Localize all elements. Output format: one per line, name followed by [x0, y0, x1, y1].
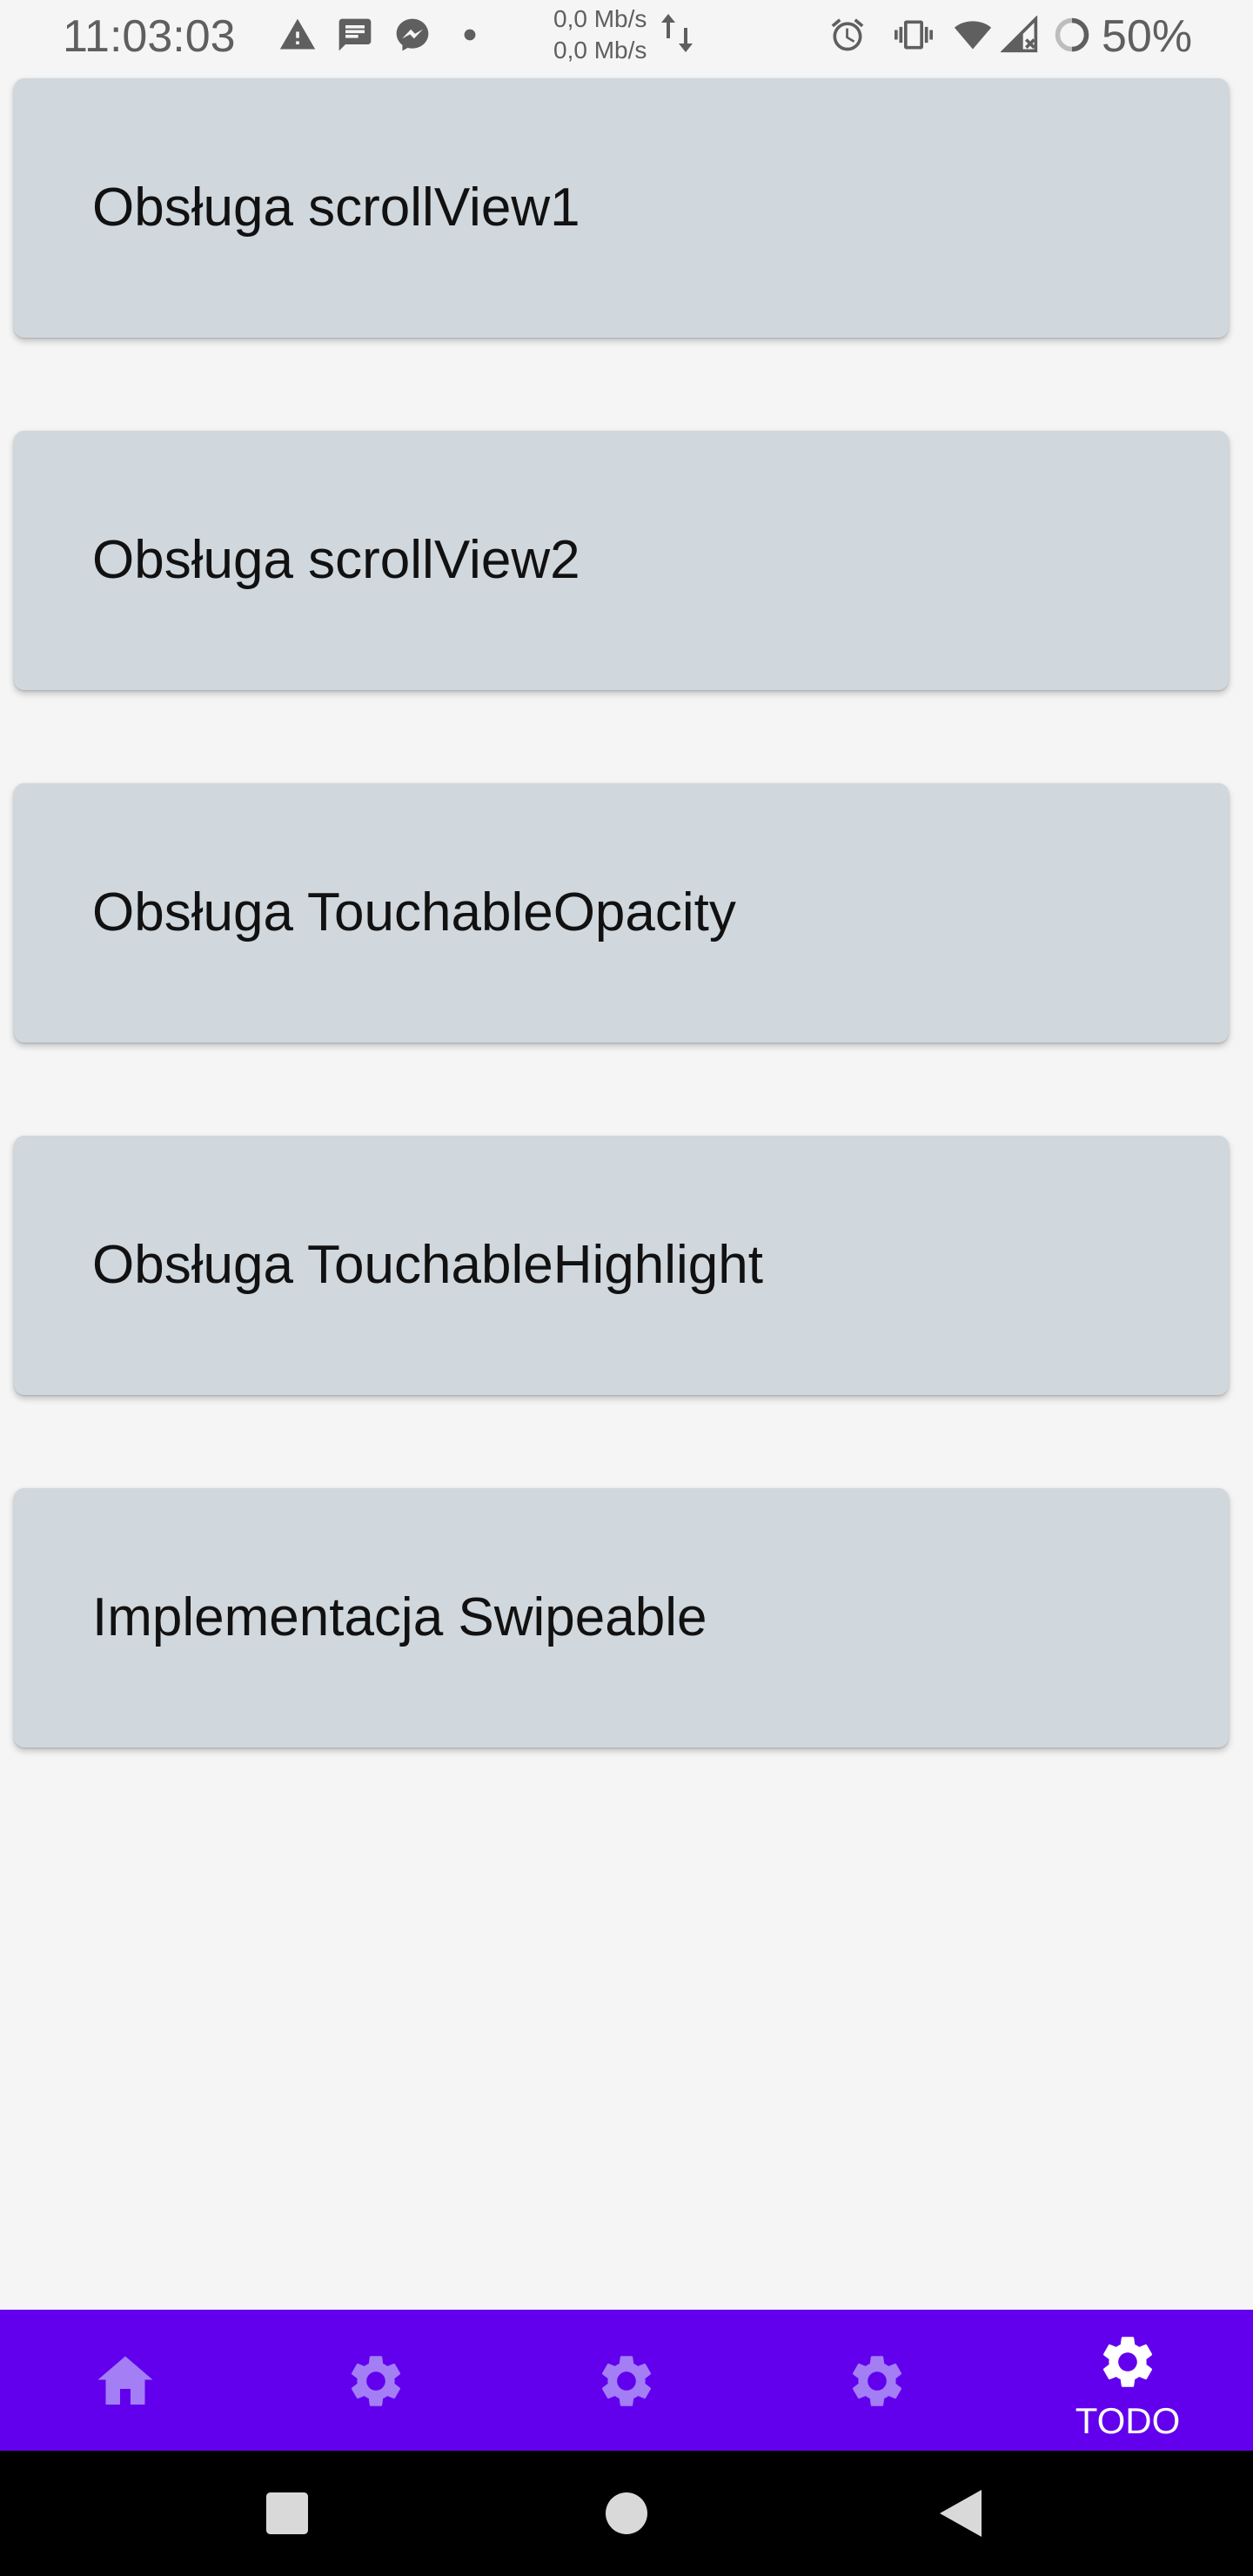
tab-label: TODO — [1075, 2400, 1181, 2441]
dot-icon — [464, 29, 476, 41]
card-label: Implementacja Swipeable — [92, 1587, 707, 1647]
gear-icon — [601, 2356, 652, 2406]
card-scrollview1[interactable]: Obsługa scrollView1 — [14, 78, 1229, 338]
messenger-icon — [396, 18, 429, 51]
warning-icon — [279, 18, 316, 50]
data-arrows-icon — [661, 14, 693, 52]
card-label: Obsługa scrollView1 — [92, 178, 580, 238]
tab-home[interactable] — [0, 2310, 251, 2451]
net-speed-up: 0,0 Mb/s — [553, 5, 647, 32]
gear-icon — [351, 2356, 401, 2406]
tab-settings-1[interactable] — [251, 2310, 501, 2451]
status-bar: 11:03:03 0,0 Mb/s 0,0 Mb/s 50% — [0, 0, 1253, 73]
message-icon — [338, 18, 372, 51]
wifi-icon — [954, 21, 992, 50]
battery-icon — [1055, 17, 1089, 52]
gear-icon — [852, 2356, 902, 2406]
card-touchable-opacity[interactable]: Obsługa TouchableOpacity — [14, 783, 1229, 1043]
card-label: Obsługa TouchableHighlight — [92, 1235, 763, 1295]
home-nav-icon[interactable] — [595, 2482, 658, 2545]
card-swipeable[interactable]: Implementacja Swipeable — [14, 1488, 1229, 1748]
vibrate-icon — [895, 20, 933, 50]
card-scrollview2[interactable]: Obsługa scrollView2 — [14, 431, 1229, 690]
tab-settings-2[interactable] — [501, 2310, 752, 2451]
recents-icon[interactable] — [256, 2482, 318, 2545]
card-label: Obsługa scrollView2 — [92, 530, 580, 590]
tab-settings-3[interactable] — [752, 2310, 1002, 2451]
net-speed-down: 0,0 Mb/s — [553, 37, 647, 64]
back-icon[interactable] — [929, 2482, 992, 2545]
signal-icon — [1001, 16, 1038, 53]
tab-todo[interactable]: TODO — [1002, 2310, 1253, 2451]
net-speed: 0,0 Mb/s 0,0 Mb/s — [553, 3, 647, 66]
home-icon — [97, 2356, 153, 2405]
status-time: 11:03:03 — [63, 11, 236, 62]
alarm-icon — [831, 18, 864, 51]
gear-icon — [1102, 2337, 1153, 2387]
system-nav-bar — [0, 2451, 1253, 2576]
battery-level: 50% — [1102, 11, 1193, 62]
card-label: Obsługa TouchableOpacity — [92, 882, 736, 943]
card-touchable-highlight[interactable]: Obsługa TouchableHighlight — [14, 1136, 1229, 1395]
bottom-tab-bar: TODO — [0, 2310, 1253, 2451]
